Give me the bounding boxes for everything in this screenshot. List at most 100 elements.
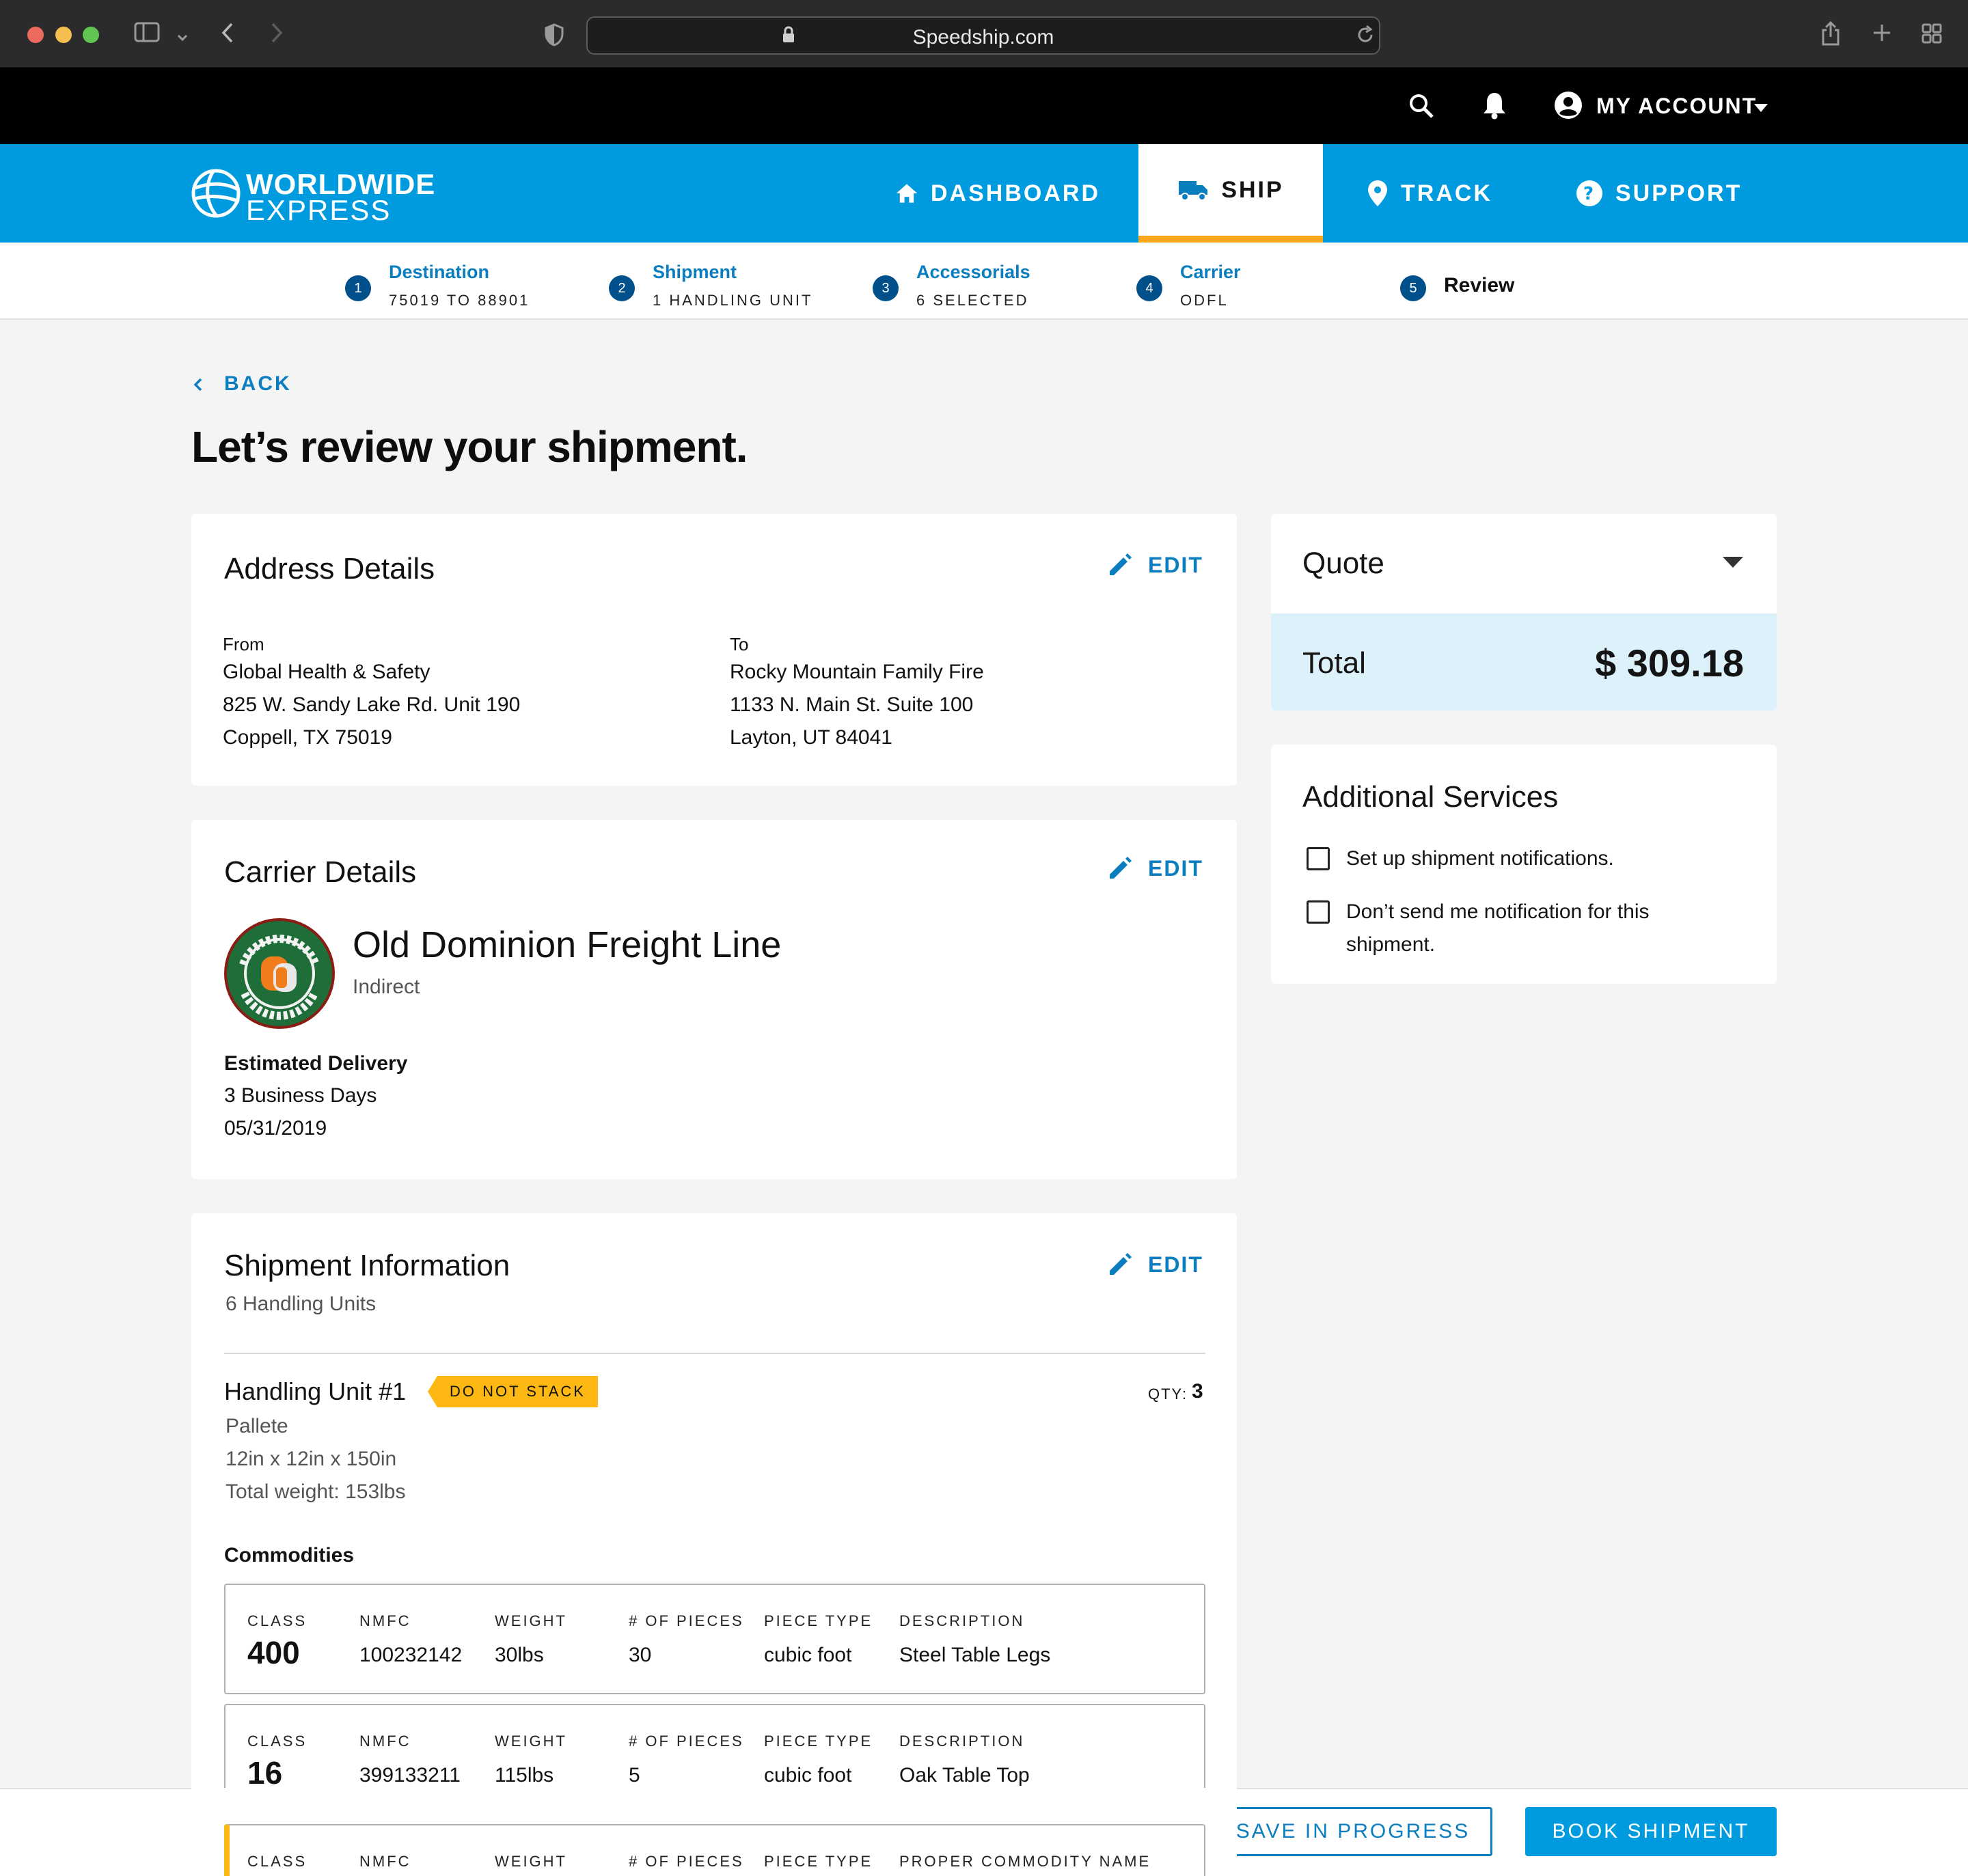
- tab-overview-icon[interactable]: [1922, 23, 1942, 48]
- edit-label: EDIT: [1148, 1252, 1203, 1277]
- nav-support[interactable]: ? SUPPORT: [1576, 144, 1753, 243]
- pencil-icon: [1110, 1253, 1132, 1275]
- book-shipment-button[interactable]: BOOK SHIPMENT: [1525, 1807, 1777, 1856]
- col-weight-header: WEIGHT: [495, 1733, 567, 1750]
- forward-arrow-icon[interactable]: [269, 22, 284, 48]
- no-notification-checkbox[interactable]: [1307, 900, 1330, 924]
- nav-ship-label: SHIP: [1221, 176, 1284, 203]
- quote-title: Quote: [1302, 547, 1384, 580]
- step-number: 2: [609, 275, 635, 301]
- account-avatar-icon[interactable]: [1554, 91, 1583, 123]
- my-account-menu[interactable]: MY ACCOUNT: [1596, 94, 1757, 119]
- nav-track-label: TRACK: [1401, 180, 1492, 206]
- address-details-card: Address Details EDIT From Global Health …: [191, 514, 1237, 786]
- to-name: Rocky Mountain Family Fire: [730, 661, 984, 683]
- address-bar[interactable]: Speedship.com: [586, 16, 1380, 55]
- qty-value: 3: [1192, 1380, 1203, 1403]
- card-title: Address Details: [224, 552, 435, 585]
- help-question-icon: ?: [1576, 180, 1602, 206]
- total-value: $ 309.18: [1595, 642, 1744, 685]
- edit-address-button[interactable]: EDIT: [1107, 552, 1203, 578]
- search-icon[interactable]: [1408, 92, 1435, 123]
- description-value: Steel Table Legs: [899, 1644, 1051, 1666]
- step-subtitle: ODFL: [1180, 292, 1229, 309]
- new-tab-icon[interactable]: [1872, 23, 1891, 46]
- sidebar-icon[interactable]: [134, 22, 160, 46]
- page-title: Let’s review your shipment.: [191, 422, 748, 471]
- reload-icon[interactable]: [1356, 25, 1375, 49]
- map-pin-icon: [1368, 180, 1387, 206]
- unit-total-weight: Total weight: 153lbs: [226, 1480, 406, 1503]
- browser-toolbar: Speedship.com: [0, 0, 1968, 68]
- chevron-left-icon: [193, 378, 202, 391]
- piece-type-value: cubic foot: [764, 1644, 852, 1666]
- additional-services-card: Additional Services Set up shipment noti…: [1271, 745, 1777, 984]
- total-label: Total: [1302, 646, 1366, 680]
- col-pieces-header: # OF PIECES: [629, 1612, 744, 1629]
- total-row: Total $ 309.18: [1271, 613, 1777, 711]
- step-number: 4: [1136, 275, 1162, 301]
- progress-stepper: 1 Destination 75019 TO 88901 2 Shipment …: [0, 243, 1968, 320]
- notifications-bell-icon[interactable]: [1481, 91, 1507, 123]
- step-title: Review: [1444, 274, 1515, 296]
- do-not-stack-badge: DO NOT STACK: [428, 1376, 598, 1407]
- commodity-row: CLASS NMFC WEIGHT # OF PIECES PIECE TYPE…: [224, 1584, 1205, 1694]
- back-arrow-icon[interactable]: [220, 22, 235, 48]
- delivery-date: 05/31/2019: [224, 1117, 327, 1140]
- close-window-button[interactable]: [27, 27, 44, 43]
- zoom-window-button[interactable]: [83, 27, 99, 43]
- pencil-icon: [1110, 553, 1132, 575]
- unit-dimensions: 12in x 12in x 150in: [226, 1448, 397, 1470]
- col-nmfc-header: NMFC: [359, 1612, 411, 1629]
- col-nmfc-header: NMFC: [359, 1733, 411, 1750]
- pieces-value: 5: [629, 1764, 640, 1787]
- col-pieces-header: # OF PIECES: [629, 1853, 744, 1870]
- col-nmfc-header: NMFC: [359, 1853, 411, 1870]
- caret-down-icon[interactable]: [1722, 556, 1744, 572]
- divider: [224, 1353, 1205, 1354]
- share-icon[interactable]: [1820, 20, 1841, 51]
- col-piece-type-header: PIECE TYPE: [764, 1733, 873, 1750]
- nav-track[interactable]: TRACK: [1367, 144, 1503, 243]
- minimize-window-button[interactable]: [55, 27, 72, 43]
- col-class-header: CLASS: [247, 1853, 308, 1870]
- step-subtitle: 1 HANDLING UNIT: [653, 292, 813, 309]
- carrier-details-card: Carrier Details EDIT Old Dominion Freigh…: [191, 820, 1237, 1179]
- from-city: Coppell, TX 75019: [223, 726, 392, 749]
- to-street: 1133 N. Main St. Suite 100: [730, 693, 974, 716]
- main-nav: WORLDWIDE EXPRESS DASHBOARD SHIP TRACK ?…: [0, 144, 1968, 243]
- step-title: Shipment: [653, 262, 737, 282]
- delivery-days: 3 Business Days: [224, 1084, 377, 1107]
- nav-ship[interactable]: SHIP: [1138, 144, 1323, 243]
- chevron-down-icon[interactable]: [176, 25, 189, 48]
- step-title: Carrier: [1180, 262, 1241, 282]
- nav-support-label: SUPPORT: [1615, 180, 1742, 206]
- nmfc-value: 100232142: [359, 1644, 463, 1666]
- description-value: Oak Table Top: [899, 1764, 1030, 1787]
- globe-logo-icon: [191, 169, 241, 218]
- from-street: 825 W. Sandy Lake Rd. Unit 190: [223, 693, 521, 716]
- commodity-row-partial: CLASS NMFC WEIGHT # OF PIECES PIECE TYPE…: [224, 1824, 1205, 1876]
- col-class-header: CLASS: [247, 1612, 308, 1629]
- col-description-header: DESCRIPTION: [899, 1612, 1025, 1629]
- step-subtitle: 75019 TO 88901: [389, 292, 530, 309]
- commodities-label: Commodities: [224, 1544, 355, 1567]
- delivery-label: Estimated Delivery: [224, 1052, 408, 1075]
- nav-dashboard[interactable]: DASHBOARD: [895, 144, 1100, 243]
- privacy-shield-icon[interactable]: [545, 23, 564, 51]
- carrier-logo: [223, 917, 336, 1034]
- col-pieces-header: # OF PIECES: [629, 1733, 744, 1750]
- save-in-progress-button[interactable]: SAVE IN PROGRESS: [1214, 1807, 1492, 1856]
- no-notification-label-line1: Don’t send me notification for this: [1346, 900, 1650, 923]
- shipment-notifications-checkbox[interactable]: [1307, 847, 1330, 870]
- back-link[interactable]: BACK: [193, 372, 292, 396]
- step-title: Accessorials: [916, 262, 1030, 282]
- handling-unit-title: Handling Unit #1: [224, 1377, 407, 1405]
- edit-shipment-button[interactable]: EDIT: [1107, 1252, 1203, 1278]
- edit-carrier-button[interactable]: EDIT: [1107, 855, 1203, 881]
- from-label: From: [223, 634, 264, 654]
- svg-text:?: ?: [1583, 184, 1596, 204]
- card-title: Shipment Information: [224, 1249, 510, 1282]
- caret-down-icon[interactable]: [1753, 103, 1768, 116]
- col-piece-type-header: PIECE TYPE: [764, 1853, 873, 1870]
